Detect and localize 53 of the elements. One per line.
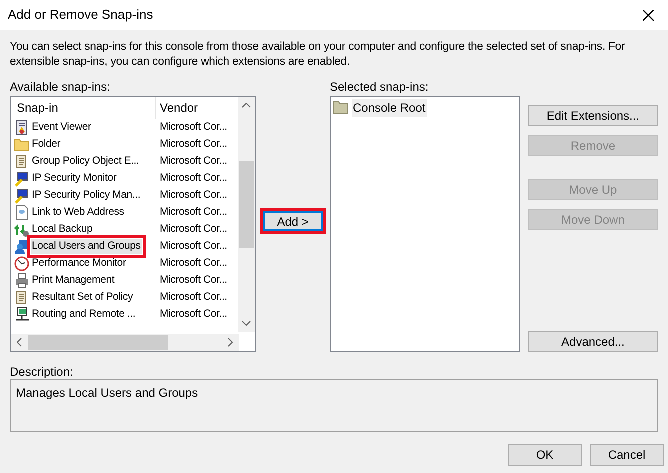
- snap-in-name[interactable]: Routing and Remote ...: [31, 307, 137, 322]
- scrollbar-thumb[interactable]: [239, 161, 254, 248]
- snap-in-icon: [14, 136, 30, 152]
- close-icon[interactable]: [643, 10, 654, 20]
- vendor-cell-text: Microsoft Cor...: [159, 272, 228, 288]
- horizontal-scrollbar[interactable]: [11, 334, 239, 351]
- window-title: Add or Remove Snap-ins: [8, 6, 154, 24]
- snap-in-name[interactable]: Group Policy Object E...: [31, 154, 140, 169]
- vendor-cell-text: Microsoft Cor...: [159, 290, 228, 305]
- intro-text: You can select snap-ins for this console from those available on your computer and configure the selected set of snap-ins. For extensible snap-ins, you can configure which extensions are enabled.: [10, 40, 626, 70]
- add-button[interactable]: Add >: [263, 211, 324, 231]
- snap-in-icon: [14, 170, 30, 186]
- column-header[interactable]: Snap-in: [11, 97, 156, 119]
- snap-in-name[interactable]: Event Viewer: [31, 120, 92, 135]
- side-button[interactable]: Advanced...: [528, 331, 658, 352]
- tree-item[interactable]: Console Root: [352, 99, 427, 117]
- vendor-cell-text: Microsoft Cor...: [159, 188, 228, 203]
- snap-in-name[interactable]: Performance Monitor: [31, 256, 128, 271]
- snap-in-icon: [14, 272, 30, 288]
- description-text: Manages Local Users and Groups: [16, 386, 198, 400]
- column-header[interactable]: Vendor: [156, 97, 198, 119]
- dialog-button[interactable]: OK: [508, 444, 582, 466]
- vendor-cell-text: Microsoft Cor...: [159, 154, 228, 169]
- snap-in-name[interactable]: Local Backup: [31, 222, 94, 237]
- snap-in-icon: [14, 188, 30, 204]
- vertical-scrollbar[interactable]: [238, 97, 256, 332]
- vendor-cell-text: Microsoft Cor...: [159, 222, 228, 237]
- snap-in-name[interactable]: Resultant Set of Policy: [31, 290, 134, 305]
- snap-in-icon: [14, 238, 30, 254]
- vendor-cell-text: Microsoft Cor...: [159, 204, 228, 220]
- folder-icon: [333, 101, 349, 115]
- snap-in-name[interactable]: IP Security Monitor: [31, 171, 118, 186]
- snap-in-icon: [14, 256, 30, 272]
- scrollbar-thumb[interactable]: [28, 335, 168, 350]
- description-label: Description:: [10, 364, 74, 378]
- snap-in-name[interactable]: Local Users and Groups: [31, 239, 142, 254]
- snap-in-icon: [14, 306, 30, 322]
- snap-in-name[interactable]: Folder: [31, 137, 62, 152]
- list-label: Available snap-ins:: [10, 79, 112, 93]
- list-label: Selected snap-ins:: [330, 79, 430, 93]
- snap-in-name[interactable]: Link to Web Address: [31, 205, 126, 220]
- vendor-cell-text: Microsoft Cor...: [159, 120, 228, 135]
- vendor-cell-text: Microsoft Cor...: [159, 306, 228, 322]
- vendor-cell-text: Microsoft Cor...: [159, 170, 228, 186]
- snap-in-icon: [14, 204, 30, 220]
- vendor-cell-text: Microsoft Cor...: [159, 256, 228, 271]
- vendor-cell-text: Microsoft Cor...: [159, 136, 228, 152]
- dialog-button[interactable]: Cancel: [590, 444, 664, 466]
- snap-in-name[interactable]: IP Security Policy Man...: [31, 188, 142, 203]
- snap-in-icon: [14, 120, 30, 136]
- snap-in-name[interactable]: Print Management: [31, 273, 116, 288]
- side-button[interactable]: Edit Extensions...: [528, 105, 658, 126]
- vendor-cell-text: Microsoft Cor...: [159, 238, 228, 254]
